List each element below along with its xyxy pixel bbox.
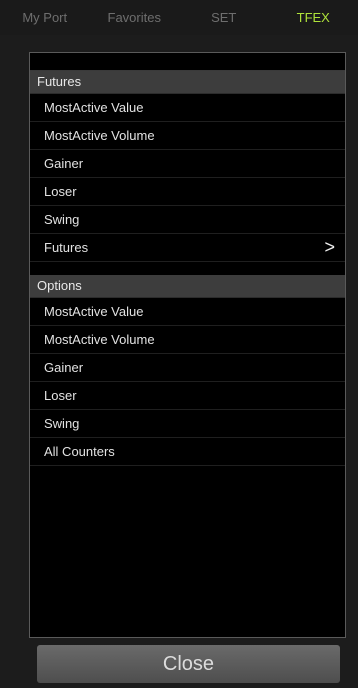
futures-item-mostactive-value[interactable]: MostActive Value: [30, 94, 345, 122]
list-item-label: MostActive Value: [44, 304, 144, 319]
list-item-label: MostActive Volume: [44, 128, 155, 143]
tab-my-port[interactable]: My Port: [0, 0, 90, 35]
options-item-mostactive-volume[interactable]: MostActive Volume: [30, 326, 345, 354]
tab-set[interactable]: SET: [179, 0, 269, 35]
list-item-label: Swing: [44, 416, 80, 431]
options-item-gainer[interactable]: Gainer: [30, 354, 345, 382]
futures-item-loser[interactable]: Loser: [30, 178, 345, 206]
tab-favorites[interactable]: Favorites: [90, 0, 180, 35]
options-item-loser[interactable]: Loser: [30, 382, 345, 410]
list-item-label: All Counters: [44, 444, 115, 459]
list-item-label: Swing: [44, 212, 80, 227]
list-item-label: Loser: [44, 184, 77, 199]
list-item-label: MostActive Volume: [44, 332, 155, 347]
options-item-swing[interactable]: Swing: [30, 410, 345, 438]
list-panel: Futures MostActive Value MostActive Volu…: [29, 52, 346, 638]
list-item-label: Loser: [44, 388, 77, 403]
section-header-futures: Futures: [30, 71, 345, 94]
list-item-label: Futures: [44, 240, 89, 255]
list-item-label: Gainer: [44, 156, 84, 171]
section-header-options: Options: [30, 275, 345, 298]
panel-top-bar: [30, 53, 345, 71]
futures-item-swing[interactable]: Swing: [30, 206, 345, 234]
list-item-label: MostActive Value: [44, 100, 144, 115]
chevron-right-icon: >: [324, 237, 335, 257]
tab-tfex[interactable]: TFEX: [269, 0, 358, 35]
options-item-all-counters[interactable]: All Counters: [30, 438, 345, 466]
list-item-label: Gainer: [44, 360, 84, 375]
futures-item-futures[interactable]: Futures >: [30, 234, 345, 262]
futures-item-gainer[interactable]: Gainer: [30, 150, 345, 178]
tab-bar: My Port Favorites SET TFEX: [0, 0, 358, 35]
close-button[interactable]: Close: [37, 645, 340, 683]
options-item-mostactive-value[interactable]: MostActive Value: [30, 298, 345, 326]
futures-item-mostactive-volume[interactable]: MostActive Volume: [30, 122, 345, 150]
